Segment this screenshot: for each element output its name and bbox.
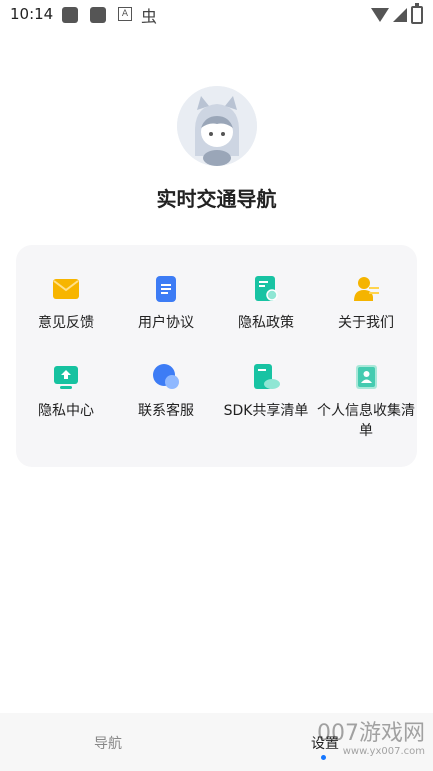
- letter-a-icon: A: [118, 7, 132, 21]
- grid-item-personal-info-list[interactable]: 个人信息收集清单: [316, 363, 416, 441]
- astronaut-cat-icon: [177, 86, 257, 166]
- feature-grid-card: 意见反馈 用户协议 隐私政策 关于我们 隐私中心 联系客服 SDK共享清单 个人…: [16, 245, 417, 467]
- document-icon: [152, 275, 180, 303]
- grid-item-label: 意见反馈: [38, 315, 94, 331]
- tab-navigation[interactable]: 导航: [94, 733, 122, 753]
- grid-item-label: 关于我们: [338, 315, 394, 331]
- notification-icon: [62, 7, 78, 23]
- grid-item-label: SDK共享清单: [223, 403, 309, 419]
- app-avatar: [177, 86, 257, 166]
- notification-icon: [90, 7, 106, 23]
- grid-item-label: 隐私政策: [238, 315, 294, 331]
- grid-item-feedback[interactable]: 意见反馈: [16, 275, 116, 333]
- status-time: 10:14: [10, 5, 54, 23]
- contact-book-icon: [352, 363, 380, 391]
- bug-icon: 虫: [141, 7, 158, 26]
- person-card-icon: [352, 275, 380, 303]
- grid-item-customer-service[interactable]: 联系客服: [116, 363, 216, 421]
- grid-item-privacy-policy[interactable]: 隐私政策: [216, 275, 316, 333]
- monitor-upload-icon: [52, 363, 80, 391]
- status-bar: 10:14 A 虫: [0, 0, 433, 30]
- grid-item-label: 个人信息收集清单: [317, 403, 415, 439]
- grid-item-user-agreement[interactable]: 用户协议: [116, 275, 216, 333]
- chat-bubble-icon: [152, 363, 180, 391]
- watermark: 007游戏网 www.yx007.com: [317, 722, 425, 758]
- grid-item-label: 隐私中心: [38, 403, 94, 419]
- status-right-icons: [371, 3, 423, 24]
- mail-icon: [52, 275, 80, 303]
- grid-item-about-us[interactable]: 关于我们: [316, 275, 416, 333]
- grid-item-label: 用户协议: [138, 315, 194, 331]
- signal-icon: [393, 8, 407, 22]
- wifi-icon: [371, 8, 389, 22]
- grid-item-privacy-center[interactable]: 隐私中心: [16, 363, 116, 421]
- sdk-share-icon: [252, 363, 280, 391]
- battery-icon: [411, 3, 423, 24]
- grid-item-label: 联系客服: [138, 403, 194, 419]
- watermark-url: www.yx007.com: [342, 746, 425, 757]
- watermark-text: 007游戏网: [317, 721, 425, 746]
- grid-item-sdk-share-list[interactable]: SDK共享清单: [216, 363, 316, 421]
- privacy-doc-icon: [252, 275, 280, 303]
- app-title: 实时交通导航: [156, 187, 277, 211]
